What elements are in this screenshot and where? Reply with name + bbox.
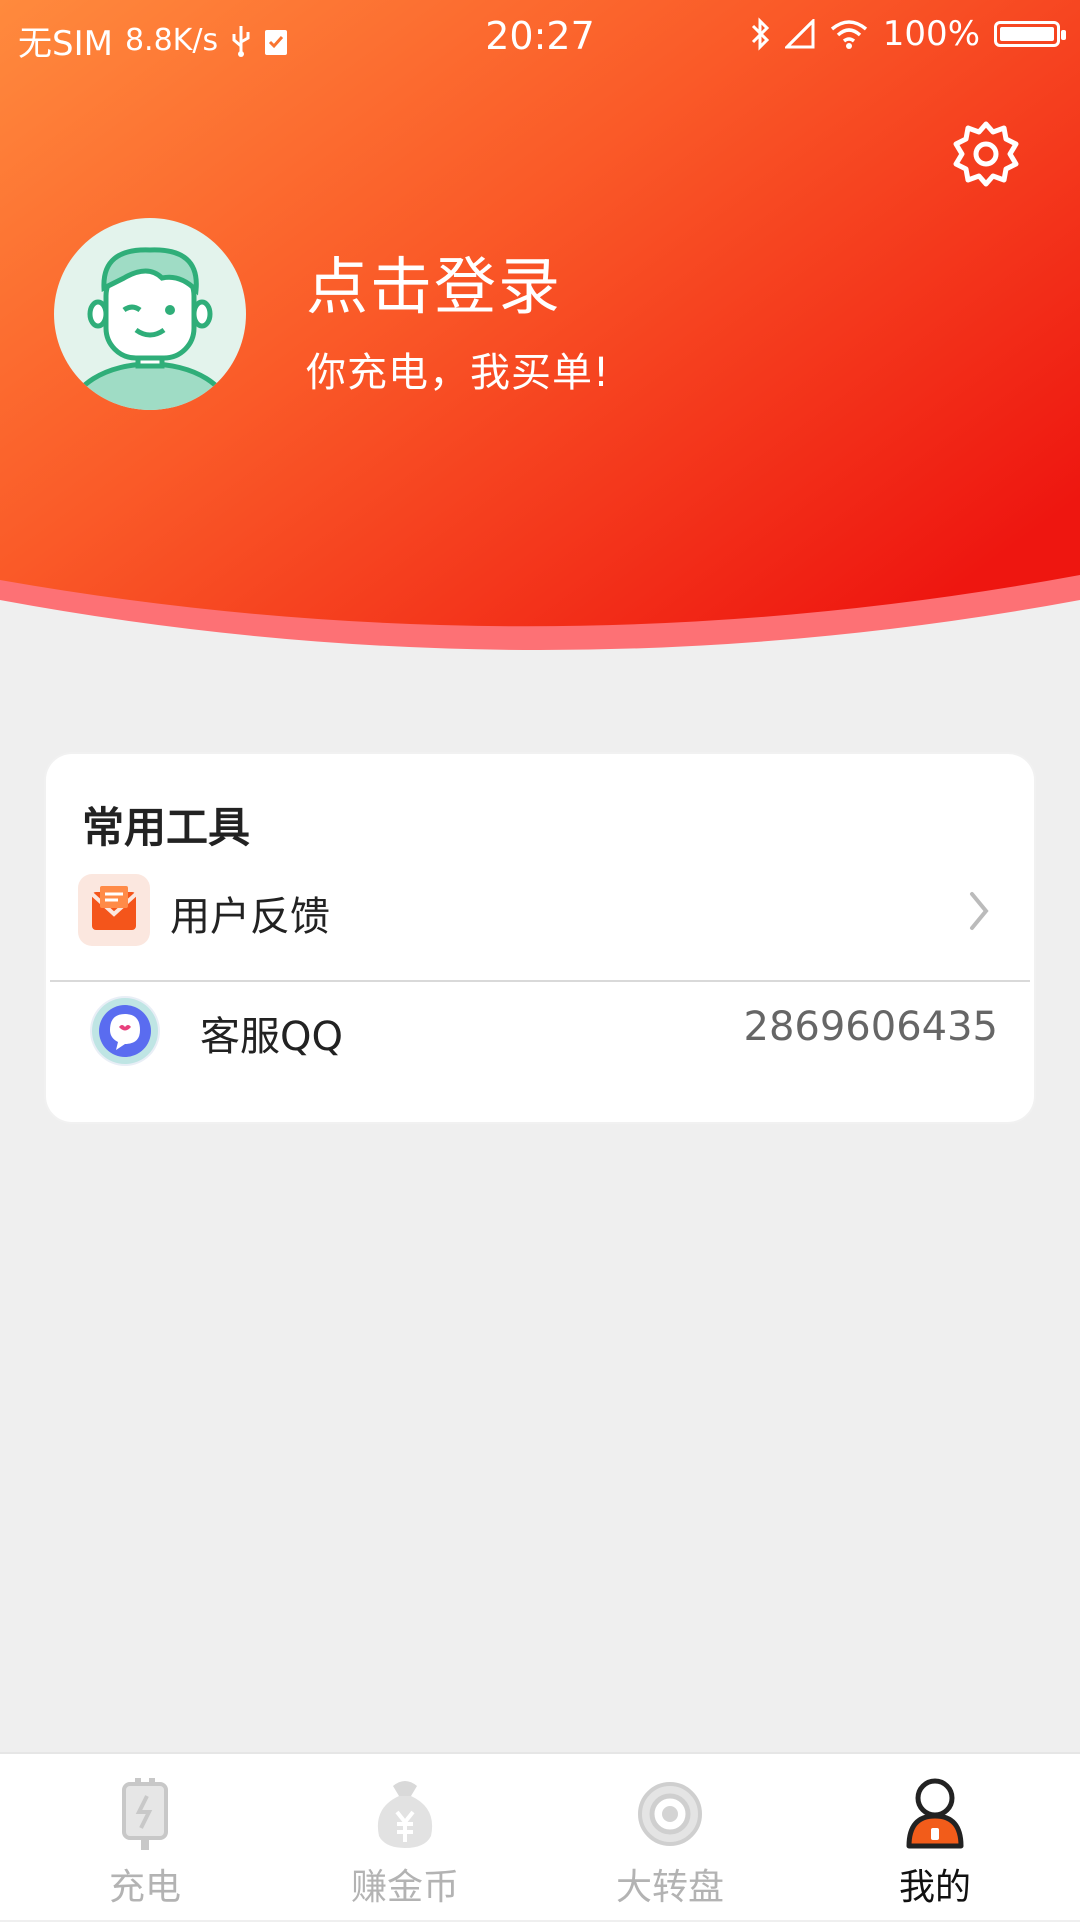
tools-card: 常用工具 用户反馈 客服QQ 2869606435 <box>46 754 1034 1122</box>
battery-percent: 100% <box>882 14 980 54</box>
feedback-row[interactable]: 用户反馈 <box>46 874 1034 974</box>
tab-mine-label: 我的 <box>898 1867 971 1908</box>
feedback-icon <box>78 874 150 946</box>
battery-icon <box>994 21 1066 47</box>
wheel-icon <box>638 1782 702 1846</box>
bluetooth-icon <box>751 17 769 51</box>
no-signal-icon <box>784 19 815 49</box>
qq-number[interactable]: 2869606435 <box>744 1004 999 1050</box>
tab-earn-coins[interactable]: 赚金币 <box>270 1754 540 1922</box>
tools-title: 常用工具 <box>82 803 251 852</box>
qq-chat-icon <box>90 996 160 1066</box>
chevron-right-icon <box>970 892 989 930</box>
tab-mine[interactable]: 我的 <box>800 1754 1070 1922</box>
login-subtitle: 你充电，我买单! <box>306 350 611 396</box>
user-icon <box>906 1778 964 1849</box>
feedback-label: 用户反馈 <box>170 894 330 940</box>
tab-wheel-label: 大转盘 <box>615 1867 724 1908</box>
tab-earn-coins-label: 赚金币 <box>350 1867 459 1908</box>
money-bag-icon <box>377 1781 433 1848</box>
settings-button[interactable] <box>950 118 1022 190</box>
status-bar: 无SIM 8.8K/s 20:27 100% <box>0 0 1080 74</box>
qq-label: 客服QQ <box>200 1014 343 1060</box>
wifi-icon <box>830 20 867 49</box>
battery-level-fill <box>1000 27 1054 41</box>
tab-charge[interactable]: 充电 <box>10 1754 280 1922</box>
bottom-tab-bar: 充电 赚金币 大转盘 我的 <box>0 1752 1080 1920</box>
qq-service-row[interactable]: 客服QQ 2869606435 <box>46 982 1034 1122</box>
default-avatar-icon <box>67 247 233 410</box>
tab-wheel[interactable]: 大转盘 <box>535 1754 805 1922</box>
login-title[interactable]: 点击登录 <box>306 236 562 326</box>
avatar[interactable] <box>54 218 246 410</box>
charging-station-icon <box>122 1778 168 1850</box>
tab-charge-label: 充电 <box>108 1867 181 1908</box>
gear-icon <box>953 121 1019 187</box>
